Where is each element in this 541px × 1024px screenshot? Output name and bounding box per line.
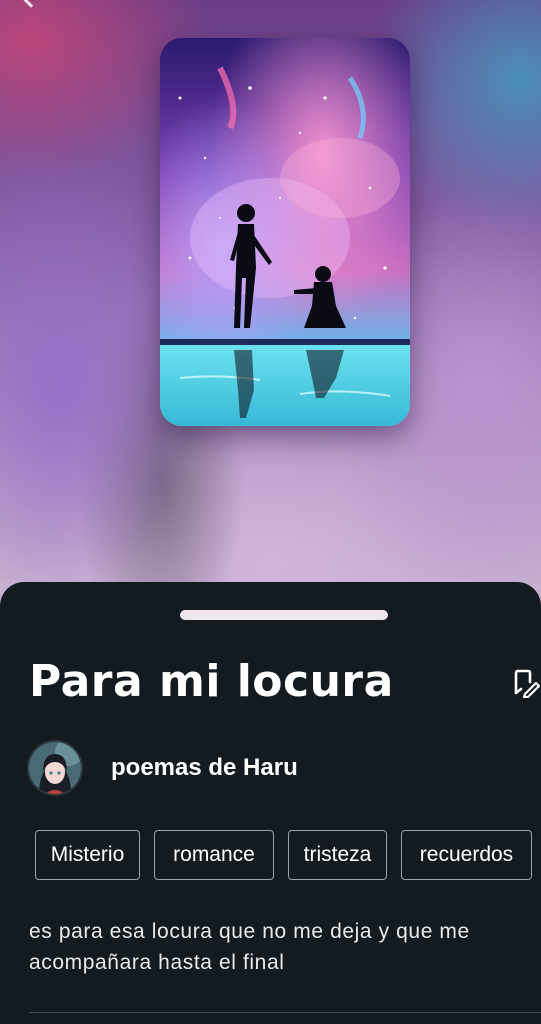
bookmark-edit-icon[interactable] xyxy=(512,668,540,698)
story-description: es para esa locura que no me deja y que … xyxy=(29,916,541,978)
tag-chip[interactable]: recuerdos xyxy=(401,830,532,880)
description-line: es para esa locura que no me deja y que … xyxy=(29,920,470,943)
book-cover-art xyxy=(160,38,410,426)
sheet-drag-handle[interactable] xyxy=(180,610,388,620)
tag-chip[interactable]: Misterio xyxy=(35,830,140,880)
cover-backdrop xyxy=(0,0,541,620)
author-avatar[interactable] xyxy=(27,740,83,796)
author-avatar-image xyxy=(29,742,81,794)
story-details-sheet: Para mi locura poemas de Haru Misterio r… xyxy=(0,582,541,1024)
author-row[interactable]: poemas de Haru xyxy=(27,740,298,796)
author-name[interactable]: poemas de Haru xyxy=(111,754,298,782)
description-line: acompañara hasta el final xyxy=(29,951,285,974)
tag-chip[interactable]: romance xyxy=(154,830,274,880)
story-title: Para mi locura xyxy=(29,656,394,707)
back-chevron-icon[interactable] xyxy=(18,0,44,8)
tag-list: Misterio romance tristeza recuerdos xyxy=(35,830,532,880)
section-divider xyxy=(29,1012,541,1013)
tag-chip[interactable]: tristeza xyxy=(288,830,387,880)
book-cover[interactable] xyxy=(160,38,410,426)
